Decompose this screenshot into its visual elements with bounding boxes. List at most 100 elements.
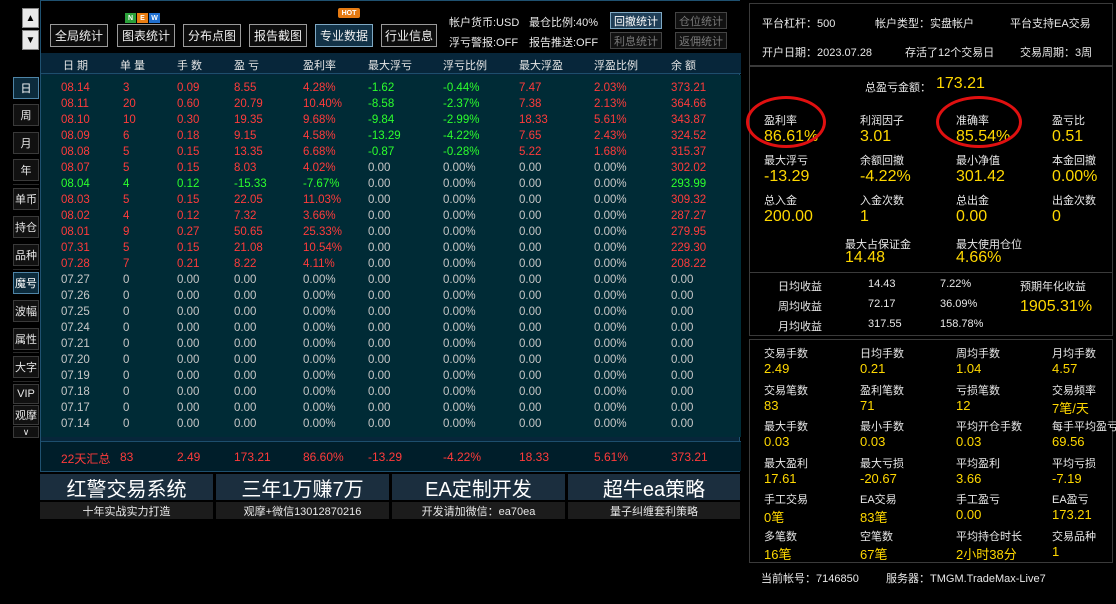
promo-banner-4[interactable]: 超牛ea策略 量子纠缠套利策略 (568, 474, 740, 519)
stat-item: EA盈亏 173.21 (1052, 491, 1092, 522)
cell-float-loss-ratio: 0.00% (443, 210, 476, 222)
table-row: 08.14 3 0.09 8.55 4.28% -1.62 -0.44% 7.47 2.03% 3… (41, 81, 741, 97)
rebate-stats-button[interactable]: 返佣统计 (675, 32, 727, 49)
cell-lots: 0.60 (177, 98, 200, 110)
daily-income-pct: 7.22% (940, 278, 972, 290)
drawdown-stats-button[interactable]: 回撤统计 (610, 12, 662, 29)
sidebar-collapse-button[interactable]: ∨ (13, 426, 39, 438)
sidebar-btn-year[interactable]: 年 (13, 159, 39, 181)
table-row: 07.28 7 0.21 8.22 4.11% 0.00 0.00% 0.00 0.00% 208… (41, 257, 741, 273)
stat-value: 17.61 (764, 470, 797, 486)
summary-float-loss-ratio: -4.22% (443, 450, 482, 464)
stat-item: 日均手数 0.21 (860, 345, 904, 376)
cell-balance: 0.00 (671, 338, 694, 350)
sidebar-btn-day[interactable]: 日 (13, 77, 39, 99)
sidebar-btn-magic[interactable]: 魔号 (13, 272, 39, 294)
stat-label: 盈利笔数 (860, 384, 904, 397)
monthly-income-pct: 158.78% (940, 318, 984, 330)
cell-balance: 373.21 (671, 82, 707, 94)
sidebar-btn-observe[interactable]: 观摩 (13, 405, 39, 425)
sidebar-divider (13, 184, 39, 185)
scroll-up-button[interactable]: ▲ (22, 8, 39, 28)
down-arrow-icon: ▼ (25, 34, 36, 46)
cell-float-loss-ratio: 0.00% (443, 402, 476, 414)
table-row: 08.03 5 0.15 22.05 11.03% 0.00 0.00% 0.00 0.00% 3… (41, 193, 741, 209)
cell-pnl: 8.03 (234, 162, 257, 174)
stat-value: 0.00 (956, 208, 988, 225)
cell-max-float-profit: 0.00 (519, 194, 542, 206)
sidebar-btn-single-currency[interactable]: 单币 (13, 188, 39, 210)
cell-date: 07.26 (61, 290, 90, 302)
report-screenshot-button[interactable]: 报告截图 (249, 24, 307, 47)
cell-date: 07.27 (61, 274, 90, 286)
cell-pnl: 0.00 (234, 354, 257, 366)
stat-label: 最大盈利 (764, 457, 808, 470)
stat-label: 周均手数 (956, 348, 1000, 360)
cell-float-loss-ratio: -0.44% (443, 82, 480, 94)
table-row: 08.11 20 0.60 20.79 10.40% -8.58 -2.37% 7.38 2.1… (41, 97, 741, 113)
cell-balance: 229.30 (671, 242, 707, 254)
sidebar-btn-vip[interactable]: VIP (13, 384, 39, 404)
cell-float-profit-ratio: 2.13% (594, 98, 627, 110)
table-row: 07.26 0 0.00 0.00 0.00% 0.00 0.00% 0.00 0.00% 0.0… (41, 289, 741, 305)
cell-max-float-profit: 7.65 (519, 130, 542, 142)
max-position-value: 4.66% (956, 249, 1002, 266)
stat-label: 月均手数 (1052, 348, 1096, 360)
stat-item: 最小手数 0.03 (860, 418, 904, 449)
sidebar-btn-large-font[interactable]: 大字 (13, 356, 39, 378)
cell-max-float-profit: 0.00 (519, 290, 542, 302)
cell-lots: 0.00 (177, 402, 200, 414)
chart-stats-button[interactable]: 图表统计 (117, 24, 175, 47)
hot-badge: HOT (338, 8, 360, 18)
section-divider (750, 272, 1112, 273)
cell-max-float-loss: -13.29 (368, 130, 401, 142)
scroll-down-button[interactable]: ▼ (22, 30, 39, 50)
table-row: 07.27 0 0.00 0.00 0.00% 0.00 0.00% 0.00 0.00% 0.0… (41, 273, 741, 289)
industry-info-button[interactable]: 行业信息 (381, 24, 437, 47)
sidebar-btn-month[interactable]: 月 (13, 132, 39, 154)
cell-date: 07.19 (61, 370, 90, 382)
promo-banner-3[interactable]: EA定制开发 开发请加微信：ea70ea (392, 474, 565, 519)
cell-max-float-profit: 0.00 (519, 178, 542, 190)
distribution-plot-button[interactable]: 分布点图 (183, 24, 241, 47)
platform-leverage: 平台杠杆：500 (762, 18, 836, 30)
sidebar-btn-attributes[interactable]: 属性 (13, 328, 39, 350)
table-row: 08.04 4 0.12 -15.33 -7.67% 0.00 0.00% 0.00 0.00%… (41, 177, 741, 193)
stat-item: 平均盈利 3.66 (956, 455, 1000, 486)
cell-balance: 279.95 (671, 226, 707, 238)
cell-pnl: 0.00 (234, 402, 257, 414)
cell-pnl: 8.55 (234, 82, 257, 94)
position-stats-button[interactable]: 仓位统计 (675, 12, 727, 29)
table-row: 08.01 9 0.27 50.65 25.33% 0.00 0.00% 0.00 0.00% 2… (41, 225, 741, 241)
stat-label: 出金次数 (1052, 195, 1096, 207)
interest-stats-button[interactable]: 利息统计 (610, 32, 662, 49)
promo-banner-1[interactable]: 红警交易系统 十年实战实力打造 (40, 474, 213, 519)
cell-lots: 0.00 (177, 274, 200, 286)
cell-date: 07.28 (61, 258, 90, 270)
promo-banner-2[interactable]: 三年1万赚7万 观摩+微信13012870216 (216, 474, 389, 519)
daily-income-label: 日均收益 (778, 281, 822, 293)
col-pnl: 盈 亏 (234, 60, 260, 72)
pro-data-button[interactable]: 专业数据 (315, 24, 373, 47)
table-row: 07.21 0 0.00 0.00 0.00% 0.00 0.00% 0.00 0.00% 0.0… (41, 337, 741, 353)
global-stats-button[interactable]: 全局统计 (50, 24, 108, 47)
stat-value: 0.00% (1052, 168, 1098, 185)
stat-value: 0.51 (1052, 128, 1084, 145)
sidebar-btn-symbol[interactable]: 品种 (13, 244, 39, 266)
stat-value: 0.03 (860, 434, 886, 449)
cell-max-float-loss: 0.00 (368, 194, 391, 206)
stat-item: 利润因子 3.01 (860, 112, 904, 146)
stat-value: 2小时38分 (956, 546, 1017, 562)
col-max-float-loss: 最大浮亏 (368, 60, 412, 72)
cell-float-profit-ratio: 0.00% (594, 258, 627, 270)
cell-float-loss-ratio: -2.37% (443, 98, 480, 110)
cell-profit-rate: 10.40% (303, 98, 343, 110)
sidebar-btn-week[interactable]: 周 (13, 104, 39, 126)
cell-float-profit-ratio: 2.03% (594, 82, 627, 94)
stat-item: 手工交易 0笔 (764, 491, 808, 526)
sidebar-btn-range[interactable]: 波幅 (13, 300, 39, 322)
stat-item: 手工盈亏 0.00 (956, 491, 1000, 522)
cell-float-profit-ratio: 0.00% (594, 370, 627, 382)
sidebar-btn-holdings[interactable]: 持仓 (13, 216, 39, 238)
cell-balance: 0.00 (671, 370, 694, 382)
